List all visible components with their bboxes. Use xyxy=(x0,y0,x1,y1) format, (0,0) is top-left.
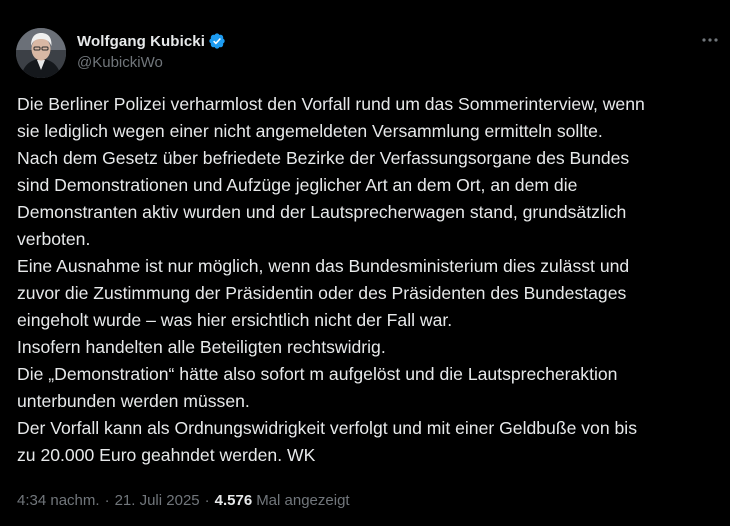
tweet-time[interactable]: 4:34 nachm. xyxy=(17,492,100,509)
more-horizontal-icon[interactable] xyxy=(700,30,720,50)
author-name[interactable]: Wolfgang Kubicki xyxy=(77,33,205,50)
avatar[interactable] xyxy=(16,28,66,78)
tweet-text-line: eingeholt wurde – was hier ersichtlich n… xyxy=(17,310,453,330)
tweet-text-line: Die „Demonstration“ hätte also sofort m … xyxy=(17,364,618,384)
tweet-text-line: Eine Ausnahme ist nur möglich, wenn das … xyxy=(17,256,630,276)
tweet-text-line: unterbunden werden müssen. xyxy=(17,391,250,411)
tweet-text-line: Demonstranten aktiv wurden und der Lauts… xyxy=(17,202,627,222)
verified-badge-icon[interactable] xyxy=(208,32,226,50)
tweet-text-line: Nach dem Gesetz über befriedete Bezirke … xyxy=(17,148,630,168)
tweet-meta: 4:34 nachm. · 21. Juli 2025 · 4.576 Mal … xyxy=(17,492,350,509)
tweet-text: Die Berliner Polizei verharmlost den Vor… xyxy=(17,91,717,469)
tweet-text-line: verboten. xyxy=(17,229,91,249)
tweet-text-line: sind Demonstrationen und Aufzüge jeglich… xyxy=(17,175,578,195)
author-handle[interactable]: @KubickiWo xyxy=(77,54,226,71)
tweet-text-line: Die Berliner Polizei verharmlost den Vor… xyxy=(17,94,645,114)
tweet: Wolfgang Kubicki @KubickiWo Die Berliner… xyxy=(0,0,730,526)
tweet-text-line: Insofern handelten alle Beteiligten rech… xyxy=(17,337,386,357)
author-block: Wolfgang Kubicki @KubickiWo xyxy=(77,31,226,71)
tweet-date[interactable]: 21. Juli 2025 xyxy=(115,492,200,509)
tweet-text-line: zuvor die Zustimmung der Präsidentin ode… xyxy=(17,283,627,303)
meta-separator: · xyxy=(204,492,210,509)
views-count[interactable]: 4.576 xyxy=(215,492,253,509)
tweet-text-line: sie lediglich wegen einer nicht angemeld… xyxy=(17,121,603,141)
tweet-text-line: Der Vorfall kann als Ordnungswidrigkeit … xyxy=(17,418,637,438)
name-row: Wolfgang Kubicki xyxy=(77,31,226,51)
avatar-photo xyxy=(16,28,66,78)
views-label: Mal angezeigt xyxy=(256,492,350,509)
tweet-text-line: zu 20.000 Euro geahndet werden. WK xyxy=(17,445,316,465)
meta-separator: · xyxy=(104,492,110,509)
